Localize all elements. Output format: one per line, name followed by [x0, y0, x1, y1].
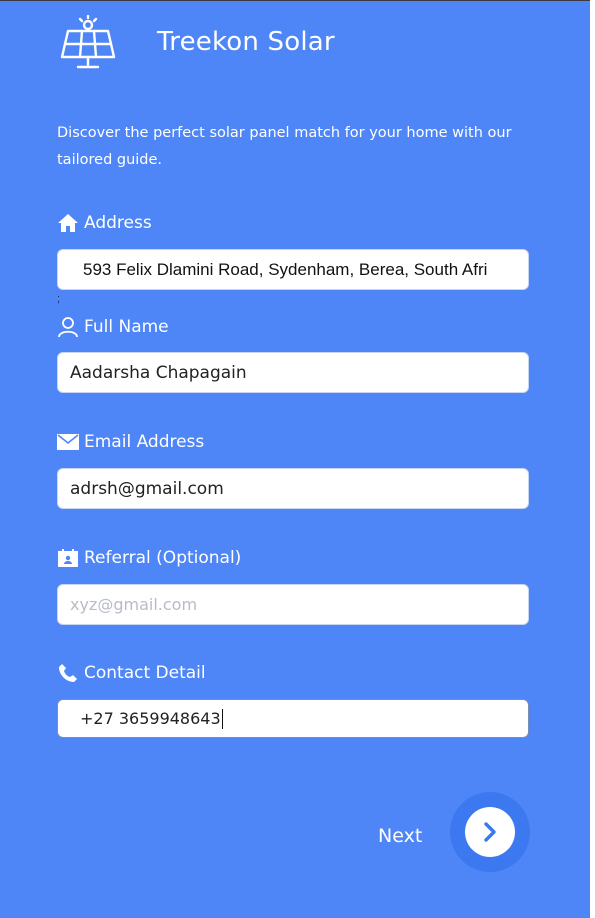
- referral-label: Referral (Optional): [57, 547, 241, 569]
- next-label[interactable]: Next: [378, 825, 422, 847]
- address-label-text: Address: [84, 213, 152, 233]
- contact-input[interactable]: +27 3659948643: [57, 699, 529, 738]
- solar-panel-icon: [60, 15, 116, 69]
- address-label: Address: [57, 212, 152, 234]
- user-icon: [57, 316, 79, 338]
- contact-label-text: Contact Detail: [84, 663, 206, 683]
- chevron-right-icon: [484, 822, 496, 842]
- phone-icon: [57, 662, 79, 684]
- contact-input-value: +27 3659948643: [80, 709, 221, 728]
- email-input-value: adrsh@gmail.com: [70, 478, 224, 499]
- contact-label: Contact Detail: [57, 662, 206, 684]
- referral-input[interactable]: xyz@gmail.com: [57, 584, 529, 625]
- next-button[interactable]: [450, 792, 530, 872]
- stray-character: ;: [57, 293, 61, 305]
- text-caret: [221, 708, 223, 729]
- onboarding-panel: Treekon Solar Discover the perfect solar…: [0, 0, 590, 918]
- full-name-label-text: Full Name: [84, 317, 169, 337]
- referral-input-placeholder: xyz@gmail.com: [70, 595, 198, 614]
- envelope-icon: [57, 431, 79, 453]
- home-icon: [57, 212, 79, 234]
- full-name-input-value: Aadarsha Chapagain: [70, 362, 247, 383]
- referral-label-text: Referral (Optional): [84, 548, 242, 568]
- email-label-text: Email Address: [84, 432, 205, 452]
- full-name-label: Full Name: [57, 316, 169, 338]
- intro-text: Discover the perfect solar panel match f…: [57, 125, 512, 168]
- contact-card-icon: [57, 547, 79, 569]
- address-input-value: 593 Felix Dlamini Road, Sydenham, Berea,…: [83, 259, 488, 279]
- brand-title: Treekon Solar: [157, 27, 335, 57]
- email-input[interactable]: adrsh@gmail.com: [57, 468, 529, 509]
- next-button-inner: [465, 807, 515, 857]
- email-label: Email Address: [57, 431, 204, 453]
- full-name-input[interactable]: Aadarsha Chapagain: [57, 352, 529, 393]
- address-input[interactable]: 593 Felix Dlamini Road, Sydenham, Berea,…: [57, 249, 529, 290]
